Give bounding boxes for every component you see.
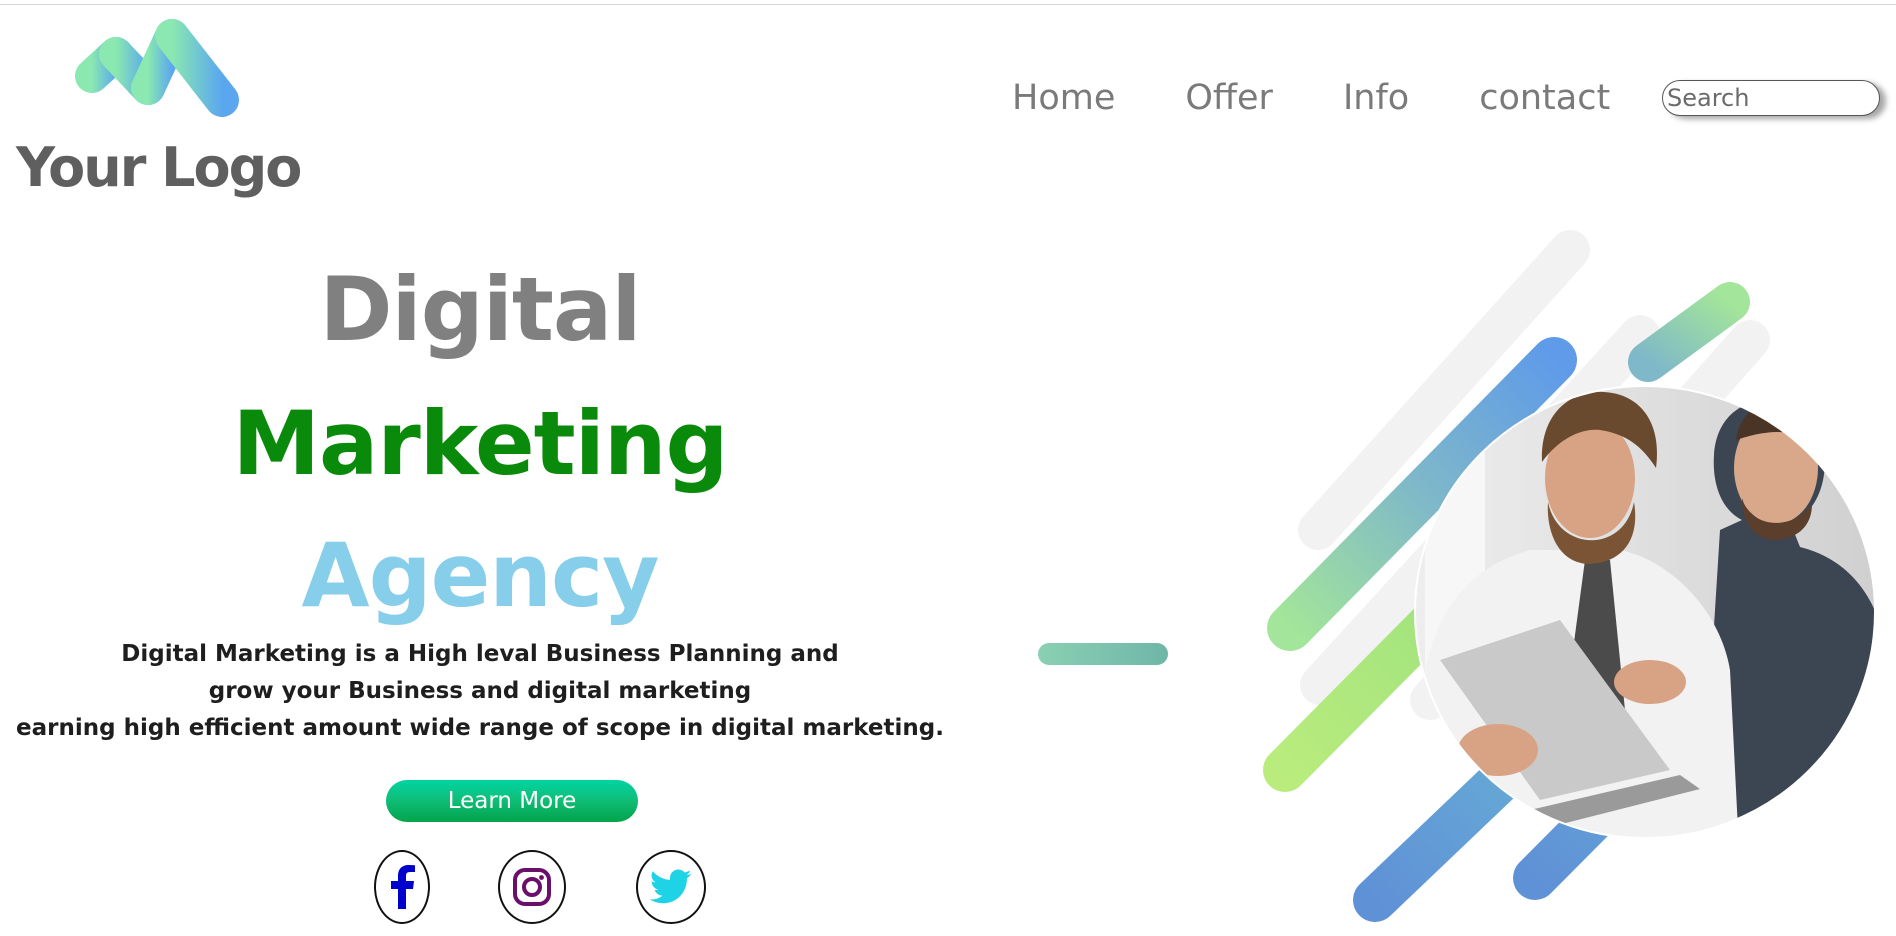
nav-offer[interactable]: Offer xyxy=(1185,78,1273,118)
facebook-icon xyxy=(391,865,415,909)
landing-page: Your Logo Home Offer Info contact Digita… xyxy=(0,0,1896,936)
hero-description: Digital Marketing is a High leval Busine… xyxy=(0,636,960,747)
description-line: grow your Business and digital marketing xyxy=(208,678,752,704)
logo-text: Your Logo xyxy=(16,136,302,199)
main-nav: Home Offer Info contact xyxy=(1012,74,1680,122)
accent-dash xyxy=(1038,643,1168,665)
top-divider xyxy=(0,4,1896,5)
twitter-link[interactable] xyxy=(636,850,706,924)
hero-title-marketing: Marketing xyxy=(232,392,728,495)
hero-title-agency: Agency xyxy=(301,524,660,627)
nav-info[interactable]: Info xyxy=(1343,78,1409,118)
nav-home[interactable]: Home xyxy=(1012,78,1115,118)
search-input[interactable] xyxy=(1662,80,1880,116)
instagram-link[interactable] xyxy=(498,850,566,924)
hero-title-digital: Digital xyxy=(319,258,642,361)
description-line: earning high efficient amount wide range… xyxy=(16,715,944,741)
nav-contact[interactable]: contact xyxy=(1479,78,1610,118)
description-line: Digital Marketing is a High leval Busine… xyxy=(121,641,839,667)
instagram-icon xyxy=(513,868,551,906)
twitter-icon xyxy=(650,869,692,904)
learn-more-button[interactable]: Learn More xyxy=(386,780,638,822)
hero-illustration xyxy=(1263,230,1876,922)
facebook-link[interactable] xyxy=(374,850,430,924)
logo-mark-icon xyxy=(75,19,239,117)
logo[interactable]: Your Logo xyxy=(16,18,302,208)
